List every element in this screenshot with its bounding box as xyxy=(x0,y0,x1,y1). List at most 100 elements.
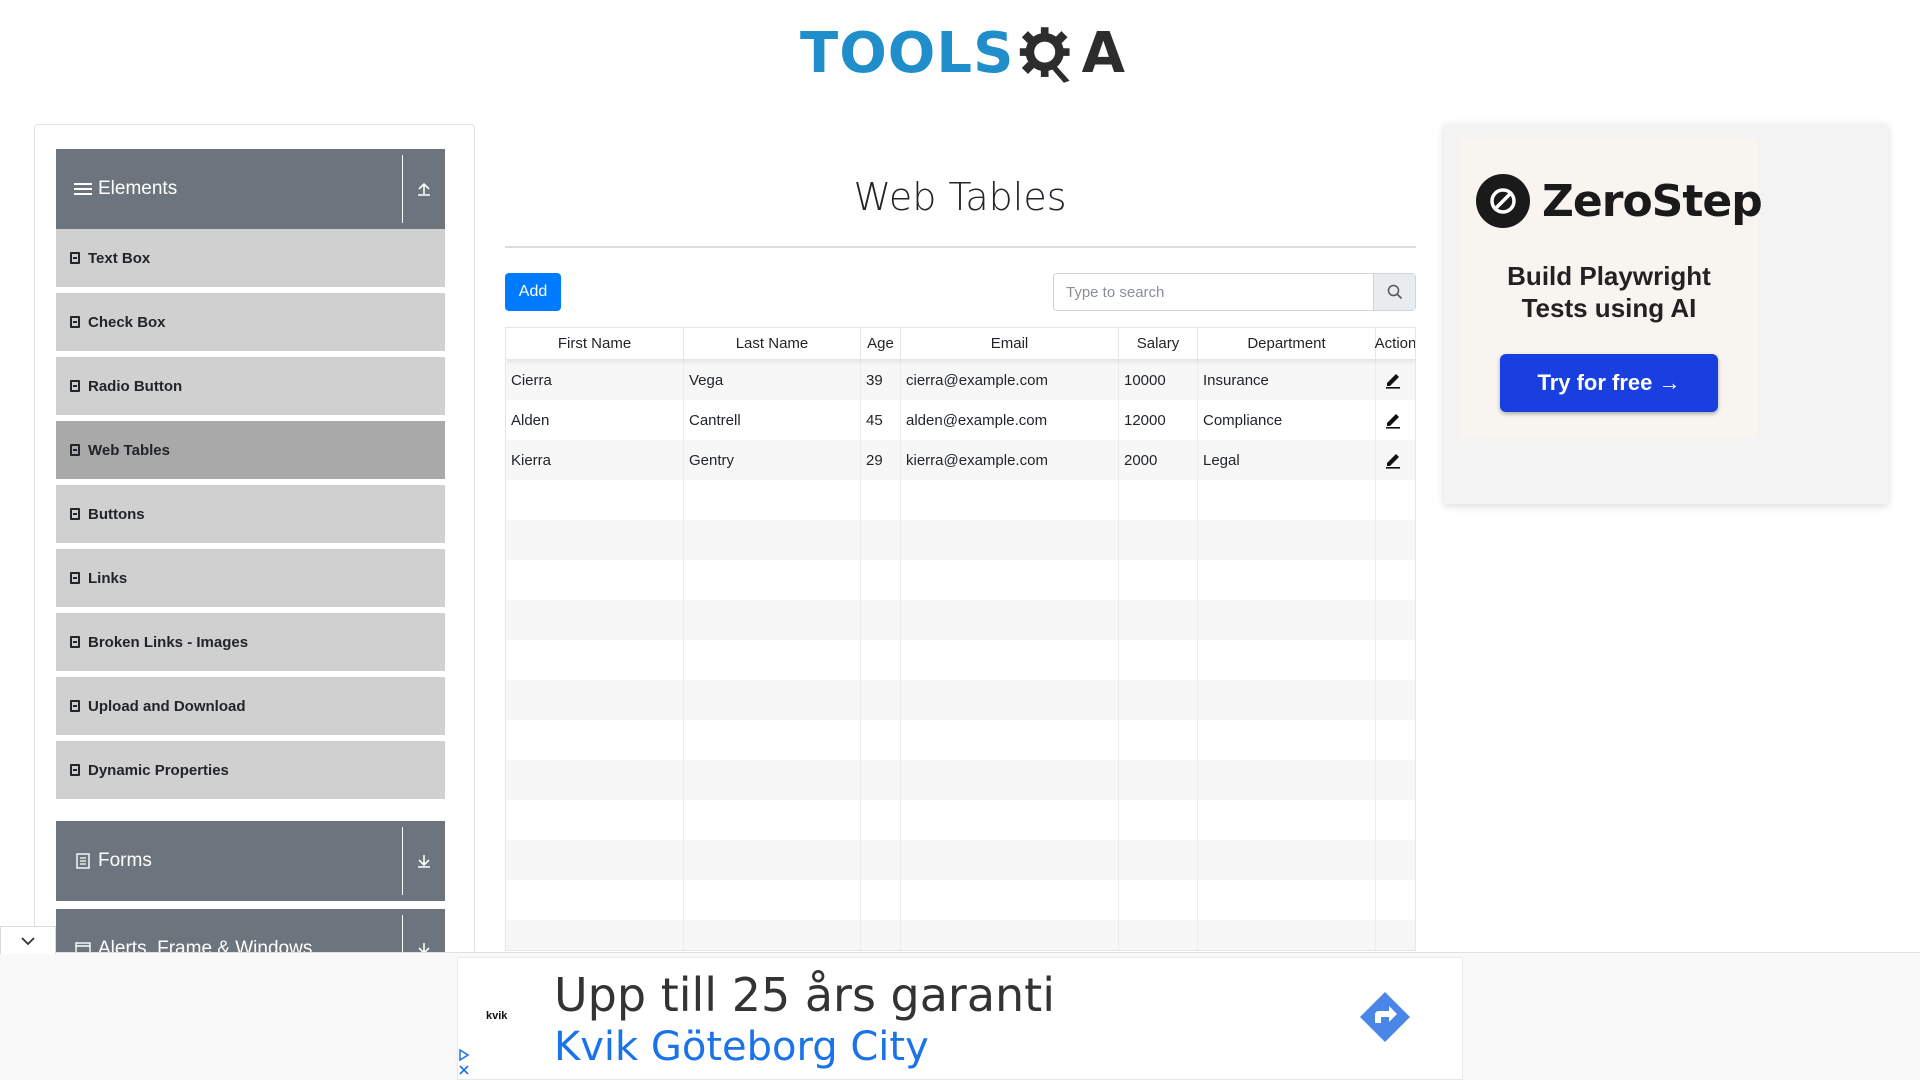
table-body: Cierra Vega 39 cierra@example.com 10000 Insur… xyxy=(506,360,1415,950)
cell-salary xyxy=(1119,760,1198,800)
table-row xyxy=(506,640,1415,680)
table-row xyxy=(506,520,1415,560)
cell-action xyxy=(1376,680,1415,720)
column-header-email[interactable]: Email xyxy=(901,328,1119,359)
gear-q-icon xyxy=(1020,27,1071,83)
cell-salary xyxy=(1119,840,1198,880)
cell-department xyxy=(1198,480,1376,520)
cell-action xyxy=(1376,480,1415,520)
cell-salary xyxy=(1119,800,1198,840)
edit-icon[interactable] xyxy=(1384,370,1402,390)
sidebar-item-label: Check Box xyxy=(88,313,166,331)
sidebar: Elements Text Box Check Box Radio Button… xyxy=(34,124,475,954)
cell-action xyxy=(1376,400,1415,440)
sidebar-item-links[interactable]: Links xyxy=(56,549,445,610)
column-header-action: Action xyxy=(1374,335,1416,352)
cell-age: 45 xyxy=(861,400,901,440)
table-row xyxy=(506,880,1415,920)
adchoices-icon[interactable] xyxy=(457,1048,471,1078)
cell-salary xyxy=(1119,720,1198,760)
column-header-salary[interactable]: Salary xyxy=(1119,328,1198,359)
cell-age xyxy=(861,600,901,640)
cell-department xyxy=(1198,720,1376,760)
cell-email xyxy=(901,680,1119,720)
cell-action xyxy=(1376,440,1415,480)
column-header-age[interactable]: Age xyxy=(861,328,901,359)
cell-email xyxy=(901,480,1119,520)
cell-department: Insurance xyxy=(1198,360,1376,400)
edit-icon[interactable] xyxy=(1384,410,1402,430)
logo-text-tools: TOOLS xyxy=(800,21,1015,86)
ad-tagline: Build Playwright Tests using AI xyxy=(1444,260,1774,324)
cell-first-name: Kierra xyxy=(506,440,684,480)
sidebar-item-label: Text Box xyxy=(88,249,151,267)
expand-down-icon[interactable] xyxy=(402,915,445,953)
chevron-down-icon[interactable] xyxy=(0,926,56,954)
sidebar-item-text-box[interactable]: Text Box xyxy=(56,229,445,290)
cell-salary: 2000 xyxy=(1119,440,1198,480)
add-button[interactable]: Add xyxy=(505,273,561,311)
item-icon xyxy=(70,764,80,776)
item-icon xyxy=(70,700,80,712)
cell-age xyxy=(861,560,901,600)
cell-email xyxy=(901,600,1119,640)
cell-last-name xyxy=(684,800,861,840)
kvik-banner-ad[interactable]: kvik Upp till 25 års garanti Kvik Götebo… xyxy=(457,957,1463,1080)
cell-department xyxy=(1198,920,1376,950)
item-icon xyxy=(70,508,80,520)
sidebar-item-upload-download[interactable]: Upload and Download xyxy=(56,677,445,738)
toolsqa-logo[interactable]: TOOLS A xyxy=(800,14,1125,94)
column-header-last-name[interactable]: Last Name xyxy=(684,328,861,359)
cell-last-name: Gentry xyxy=(684,440,861,480)
zerostep-brand: ZeroStep xyxy=(1542,175,1763,227)
column-header-department[interactable]: Department xyxy=(1198,328,1376,359)
cell-department xyxy=(1198,640,1376,680)
cell-action xyxy=(1376,360,1415,400)
group-label: Elements xyxy=(98,178,178,199)
web-table: First Name Last Name Age Email Salary De… xyxy=(505,327,1416,951)
sidebar-item-check-box[interactable]: Check Box xyxy=(56,293,445,354)
cell-department: Compliance xyxy=(1198,400,1376,440)
cell-age xyxy=(861,480,901,520)
group-header-alerts[interactable]: Alerts, Frame & Windows xyxy=(56,909,445,953)
cell-action xyxy=(1376,760,1415,800)
cell-email xyxy=(901,640,1119,680)
cell-salary xyxy=(1119,920,1198,950)
column-header-first-name[interactable]: First Name xyxy=(506,328,684,359)
cell-first-name xyxy=(506,680,684,720)
table-row xyxy=(506,800,1415,840)
sidebar-item-broken-links[interactable]: Broken Links - Images xyxy=(56,613,445,674)
sidebar-item-label: Dynamic Properties xyxy=(88,761,229,779)
cell-last-name xyxy=(684,680,861,720)
cell-age xyxy=(861,680,901,720)
search-input[interactable] xyxy=(1054,274,1373,310)
zerostep-ad[interactable]: ZeroStep Build Playwright Tests using AI… xyxy=(1444,124,1888,504)
search-icon[interactable] xyxy=(1373,274,1415,310)
cell-salary xyxy=(1119,640,1198,680)
try-for-free-button[interactable]: Try for free → xyxy=(1500,354,1718,412)
item-icon xyxy=(70,444,80,456)
cell-age xyxy=(861,520,901,560)
sidebar-item-label: Links xyxy=(88,569,128,587)
zerostep-mark-icon xyxy=(1476,174,1530,228)
cell-action xyxy=(1376,600,1415,640)
group-header-forms[interactable]: Forms xyxy=(56,821,445,901)
cell-last-name xyxy=(684,840,861,880)
cell-salary xyxy=(1119,520,1198,560)
group-header-elements[interactable]: Elements xyxy=(56,149,445,229)
cell-email xyxy=(901,520,1119,560)
expand-down-icon[interactable] xyxy=(402,827,445,895)
cell-age: 29 xyxy=(861,440,901,480)
cell-email xyxy=(901,720,1119,760)
cell-action xyxy=(1376,880,1415,920)
sidebar-item-radio-button[interactable]: Radio Button xyxy=(56,357,445,418)
directions-arrow-icon[interactable] xyxy=(1358,990,1412,1044)
edit-icon[interactable] xyxy=(1384,450,1402,470)
sidebar-item-label: Broken Links - Images xyxy=(88,633,249,651)
sidebar-item-web-tables[interactable]: Web Tables xyxy=(56,421,445,482)
sidebar-item-buttons[interactable]: Buttons xyxy=(56,485,445,546)
title-divider xyxy=(505,246,1416,248)
collapse-up-icon[interactable] xyxy=(402,155,445,223)
sidebar-item-dynamic-properties[interactable]: Dynamic Properties xyxy=(56,741,445,802)
item-icon xyxy=(70,572,80,584)
